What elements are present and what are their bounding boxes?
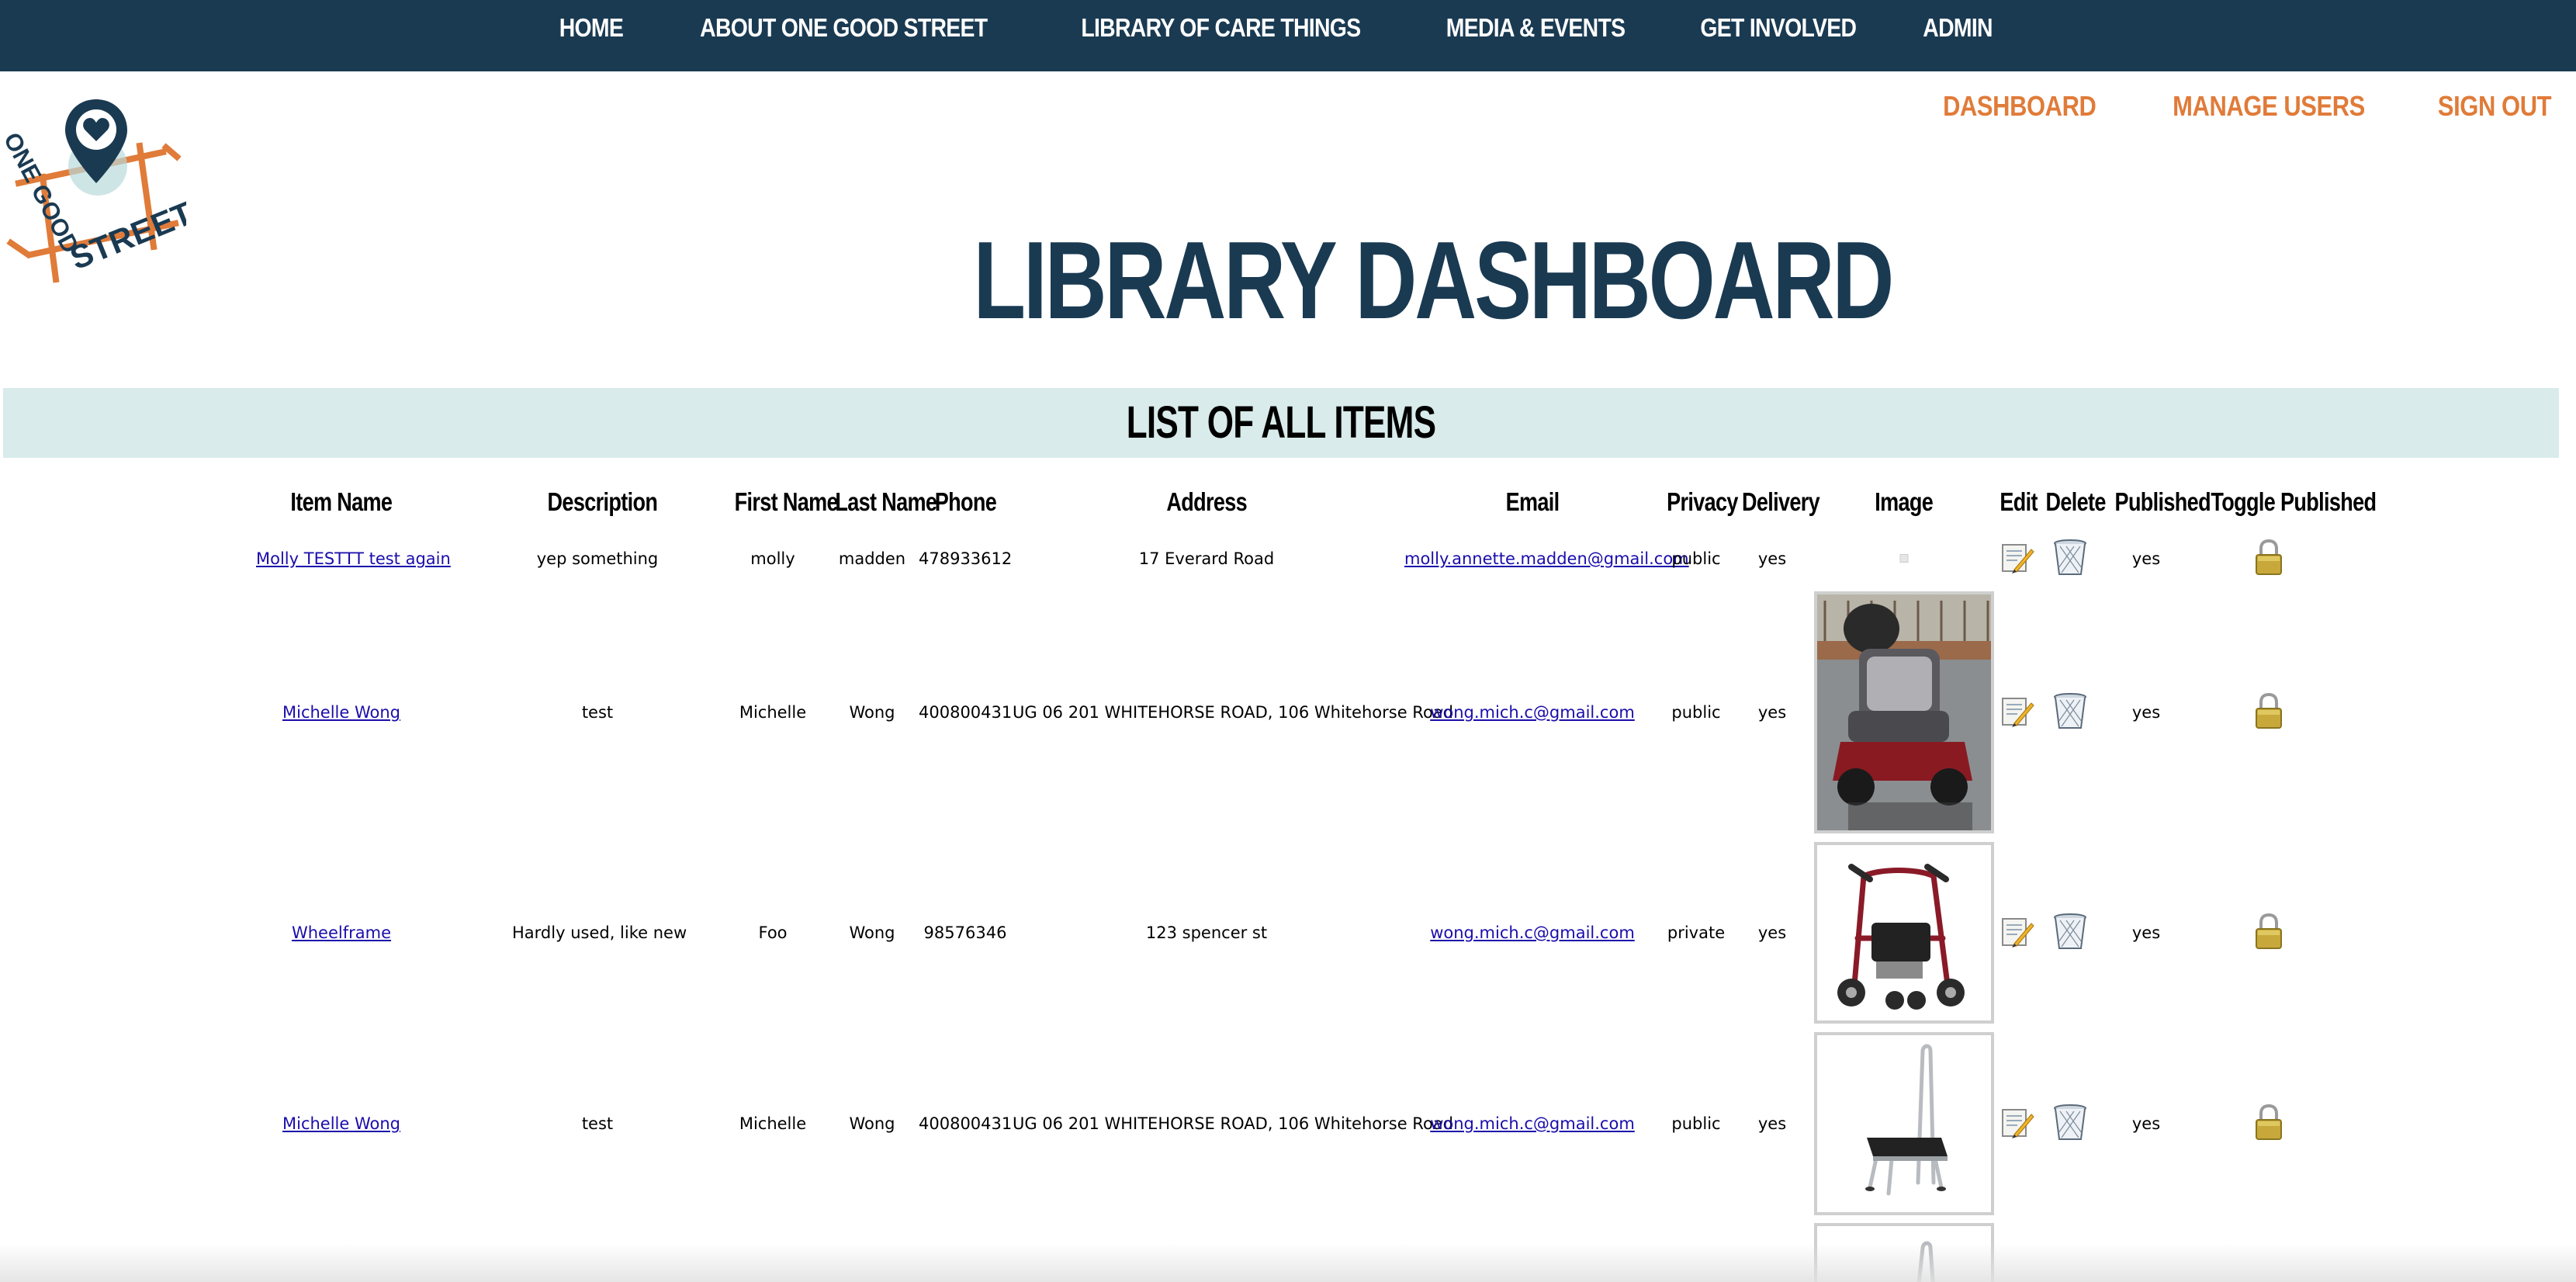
delivery-cell: yes	[1757, 923, 1787, 942]
last-name-cell: Wong	[849, 703, 895, 722]
padlock-icon[interactable]	[2253, 913, 2284, 953]
header-description: Description	[547, 487, 658, 516]
top-navigation: HOME ABOUT ONE GOOD STREET LIBRARY OF CA…	[0, 0, 2576, 71]
first-name-cell: Michelle	[739, 1114, 807, 1133]
description-cell: test	[581, 1114, 614, 1133]
padlock-icon[interactable]	[2253, 1104, 2284, 1144]
page-title: LIBRARY DASHBOARD	[973, 219, 1894, 342]
trash-can-icon[interactable]	[2052, 913, 2088, 953]
email-link[interactable]: wong.mich.c@gmail.com	[1404, 1114, 1660, 1133]
svg-text:STREET: STREET	[65, 195, 186, 277]
phone-cell: 478933612	[919, 549, 1013, 568]
header-privacy: Privacy	[1667, 487, 1738, 516]
published-cell: yes	[2131, 703, 2161, 722]
email-link[interactable]: wong.mich.c@gmail.com	[1404, 923, 1660, 942]
description-cell: yep something	[536, 549, 659, 568]
pencil-note-icon[interactable]	[2000, 694, 2034, 731]
padlock-icon[interactable]	[2253, 539, 2284, 579]
nav-media-events[interactable]: MEDIA & EVENTS	[1446, 13, 1626, 43]
first-name-cell: Foo	[758, 923, 788, 942]
email-link[interactable]: wong.mich.c@gmail.com	[1404, 703, 1660, 722]
item-name-link[interactable]: Michelle Wong	[256, 1114, 427, 1133]
header-published: Published	[2114, 487, 2211, 516]
admin-subnav: DASHBOARD MANAGE USERS SIGN OUT	[1882, 90, 2560, 123]
header-last-name: Last Name	[835, 487, 937, 516]
dashboard-link[interactable]: DASHBOARD	[1944, 90, 2097, 123]
nav-get-involved[interactable]: GET INVOLVED	[1701, 13, 1858, 43]
rollator-walker-photo[interactable]	[1814, 842, 1994, 1024]
phone-cell: 400800431	[919, 703, 1013, 722]
header-delete: Delete	[2045, 487, 2106, 516]
privacy-cell: public	[1671, 1114, 1721, 1133]
pencil-note-icon[interactable]	[2000, 914, 2034, 951]
address-cell: UG 06 201 WHITEHORSE ROAD, 106 Whitehors…	[1013, 1114, 1453, 1133]
trash-can-icon[interactable]	[2052, 539, 2088, 579]
address-cell: 123 spencer st	[1145, 923, 1268, 942]
delivery-cell: yes	[1757, 549, 1787, 568]
manage-users-link[interactable]: MANAGE USERS	[2173, 90, 2365, 123]
header-toggle-published: Toggle Published	[2211, 487, 2377, 516]
pencil-note-icon[interactable]	[2000, 540, 2034, 577]
published-cell: yes	[2131, 549, 2161, 568]
one-good-street-logo[interactable]: ONE GOOD STREET	[0, 92, 198, 292]
last-name-cell: madden	[838, 549, 906, 568]
description-cell: test	[581, 703, 614, 722]
address-cell: 17 Everard Road	[1138, 549, 1275, 568]
header-edit: Edit	[2000, 487, 2038, 516]
header-image: Image	[1875, 487, 1934, 516]
sign-out-link[interactable]: SIGN OUT	[2438, 90, 2552, 123]
step-stool-photo[interactable]	[1814, 1032, 1994, 1215]
section-title: LIST OF ALL ITEMS	[1126, 397, 1436, 448]
description-cell: Hardly used, like new	[512, 923, 687, 942]
last-name-cell: Wong	[849, 923, 895, 942]
header-email: Email	[1505, 487, 1560, 516]
privacy-cell: public	[1671, 549, 1721, 568]
item-name-link[interactable]: Wheelframe	[256, 923, 427, 942]
privacy-cell: public	[1671, 703, 1721, 722]
privacy-cell: private	[1667, 923, 1726, 942]
header-phone: Phone	[934, 487, 996, 516]
first-name-cell: molly	[750, 549, 795, 568]
last-name-cell: Wong	[849, 1114, 895, 1133]
header-delivery: Delivery	[1741, 487, 1820, 516]
delivery-cell: yes	[1757, 703, 1787, 722]
nav-admin[interactable]: ADMIN	[1923, 13, 1993, 43]
nav-about[interactable]: ABOUT ONE GOOD STREET	[700, 13, 988, 43]
header-item-name: Item Name	[290, 487, 393, 516]
bottom-fade	[0, 1243, 2576, 1282]
phone-cell: 98576346	[923, 923, 1007, 942]
phone-cell: 400800431	[919, 1114, 1013, 1133]
item-name-link[interactable]: Molly TESTTT test again	[256, 549, 451, 568]
top-nav-list: HOME ABOUT ONE GOOD STREET LIBRARY OF CA…	[0, 0, 2576, 56]
item-photo-partial[interactable]	[1814, 1223, 1994, 1282]
trash-can-icon[interactable]	[2052, 692, 2088, 733]
published-cell: yes	[2131, 923, 2161, 942]
published-cell: yes	[2131, 1114, 2161, 1133]
nav-library[interactable]: LIBRARY OF CARE THINGS	[1082, 13, 1362, 43]
section-header-band: LIST OF ALL ITEMS	[3, 388, 2559, 458]
trash-can-icon[interactable]	[2052, 1104, 2088, 1144]
broken-image-icon	[1899, 552, 1909, 567]
address-cell: UG 06 201 WHITEHORSE ROAD, 106 Whitehors…	[1013, 703, 1453, 722]
first-name-cell: Michelle	[739, 703, 807, 722]
header-address: Address	[1166, 487, 1247, 516]
email-link[interactable]: molly.annette.madden@gmail.com	[1404, 549, 1689, 568]
delivery-cell: yes	[1757, 1114, 1787, 1133]
header-first-name: First Name	[734, 487, 839, 516]
item-name-link[interactable]: Michelle Wong	[256, 703, 427, 722]
mobility-scooter-photo[interactable]	[1814, 591, 1994, 833]
padlock-icon[interactable]	[2253, 692, 2284, 733]
pencil-note-icon[interactable]	[2000, 1105, 2034, 1142]
nav-home[interactable]: HOME	[559, 13, 624, 43]
